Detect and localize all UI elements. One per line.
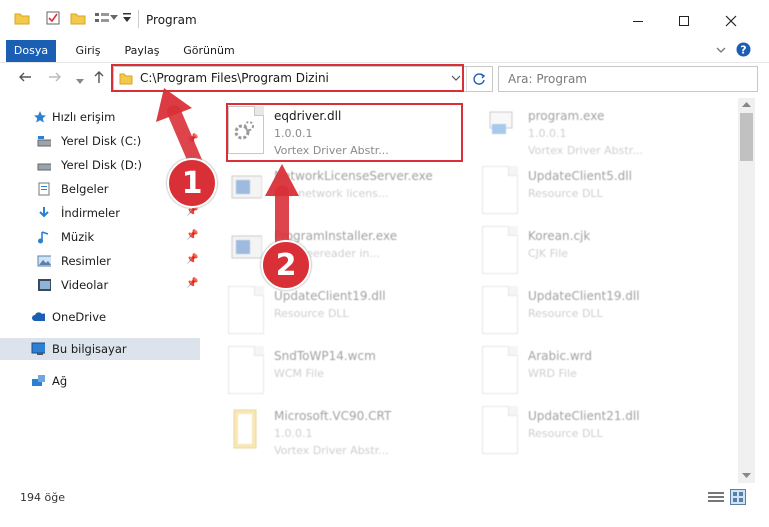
back-arrow-icon: [19, 72, 31, 82]
new-folder-icon[interactable]: [70, 11, 86, 25]
svg-text:?: ?: [740, 44, 746, 57]
file-icon: [482, 226, 518, 274]
chevron-down-icon: [76, 79, 84, 84]
view-options-icon[interactable]: [94, 11, 110, 25]
exe-icon: [228, 166, 263, 212]
pin-icon: 📌: [186, 254, 199, 265]
file-item-updateclient19-a[interactable]: UpdateClient19.dll Resource DLL: [222, 282, 462, 340]
item-count: 194 öğe: [20, 491, 65, 504]
dll-icon: [482, 406, 518, 454]
file-item-microsoft-vc90-crt[interactable]: Microsoft.VC90.CRT 1.0.0.1 Vortex Driver…: [222, 402, 462, 460]
computer-icon: [31, 342, 45, 355]
exe-icon: [228, 226, 263, 272]
status-bar: 194 öğe: [0, 486, 769, 508]
folder-icon: [228, 406, 262, 452]
nav-item-pictures[interactable]: Resimler 📌: [0, 250, 200, 272]
file-item-program-exe[interactable]: program.exe 1.0.0.1 Vortex Driver Abstr.…: [476, 102, 716, 160]
maximize-icon: [679, 16, 689, 26]
file-item-updateclient19-b[interactable]: UpdateClient19.dll Resource DLL: [476, 282, 716, 340]
folder-icon[interactable]: [14, 11, 30, 25]
dll-icon: [228, 286, 264, 334]
file-item-networklicenseserver[interactable]: NetworkLicenseServer.exe EBY network lic…: [222, 162, 462, 220]
tab-giris[interactable]: Giriş: [66, 40, 110, 62]
nav-item-videos[interactable]: Videolar 📌: [0, 274, 200, 296]
search-placeholder: Ara: Program: [508, 72, 587, 86]
recent-locations-button[interactable]: [76, 73, 84, 89]
details-view-icon[interactable]: [708, 491, 724, 503]
file-item-programinstaller[interactable]: ProgramInstaller.exe EBY freereader in..…: [222, 222, 462, 280]
annotation-badge-2: 2: [261, 240, 311, 290]
file-highlight: [226, 103, 463, 162]
drive-icon: [37, 163, 51, 171]
music-icon: [38, 231, 49, 244]
cloud-icon: [32, 312, 45, 321]
up-arrow-icon: [94, 71, 104, 83]
star-icon: [34, 111, 46, 123]
close-button[interactable]: [711, 6, 751, 36]
annotation-badge-1: 1: [167, 158, 217, 208]
pictures-icon: [37, 255, 51, 267]
file-item-sndtowp14[interactable]: SndToWP14.wcm WCM File: [222, 342, 462, 400]
exe-icon: [482, 106, 516, 152]
close-icon: [725, 15, 737, 27]
large-icons-view-icon[interactable]: [730, 489, 746, 505]
ribbon: Dosya Giriş Paylaş Görünüm ?: [0, 40, 769, 63]
pin-icon: 📌: [186, 278, 199, 289]
network-icon: [32, 375, 45, 386]
properties-icon[interactable]: [46, 11, 60, 25]
minimize-icon: [633, 21, 643, 22]
documents-icon: [38, 182, 50, 196]
nav-item-this-pc[interactable]: Bu bilgisayar: [0, 338, 200, 360]
tab-dosya[interactable]: Dosya: [6, 40, 56, 62]
refresh-icon[interactable]: [472, 72, 486, 86]
address-row: C:\Program Files\Program Dizini Ara: Pro…: [0, 63, 769, 95]
help-icon[interactable]: ?: [736, 42, 751, 57]
back-button[interactable]: [18, 70, 32, 88]
window-title: Program: [146, 13, 197, 27]
download-icon: [39, 207, 49, 218]
forward-button[interactable]: [48, 70, 62, 88]
file-item-korean-cjk[interactable]: Korean.cjk CJK File: [476, 222, 716, 280]
customize-toolbar-icon[interactable]: [123, 13, 131, 23]
dll-icon: [482, 286, 518, 334]
tab-gorunum[interactable]: Görünüm: [178, 40, 240, 62]
scroll-down-icon[interactable]: [742, 473, 751, 479]
forward-arrow-icon: [49, 72, 61, 82]
nav-item-downloads[interactable]: İndirmeler 📌: [0, 202, 200, 224]
scroll-thumb[interactable]: [740, 113, 753, 161]
file-list: eqdriver.dll 1.0.0.1 Vortex Driver Abstr…: [222, 98, 738, 483]
file-item-arabic-wrd[interactable]: Arabic.wrd WRD File: [476, 342, 716, 400]
dll-icon: [482, 166, 518, 214]
file-item-updateclient21[interactable]: UpdateClient21.dll Resource DLL: [476, 402, 716, 460]
file-icon: [228, 346, 264, 394]
search-input[interactable]: Ara: Program: [498, 66, 758, 92]
pin-icon: 📌: [186, 230, 199, 241]
ribbon-expand-icon[interactable]: [716, 47, 726, 54]
nav-item-network[interactable]: Ağ: [0, 370, 200, 392]
nav-item-music[interactable]: Müzik 📌: [0, 226, 200, 248]
minimize-button[interactable]: [618, 6, 658, 36]
file-item-updateclient5[interactable]: UpdateClient5.dll Resource DLL: [476, 162, 716, 220]
scroll-up-icon[interactable]: [742, 102, 751, 108]
chevron-down-icon[interactable]: [110, 15, 118, 21]
maximize-button[interactable]: [664, 6, 704, 36]
vertical-scrollbar[interactable]: [738, 98, 755, 483]
drive-icon: [37, 136, 51, 147]
file-icon: [482, 346, 518, 394]
title-bar: Program: [0, 0, 769, 40]
nav-item-onedrive[interactable]: OneDrive: [0, 306, 200, 328]
up-button[interactable]: [92, 70, 106, 88]
videos-icon: [38, 279, 51, 291]
tab-paylas[interactable]: Paylaş: [118, 40, 166, 62]
